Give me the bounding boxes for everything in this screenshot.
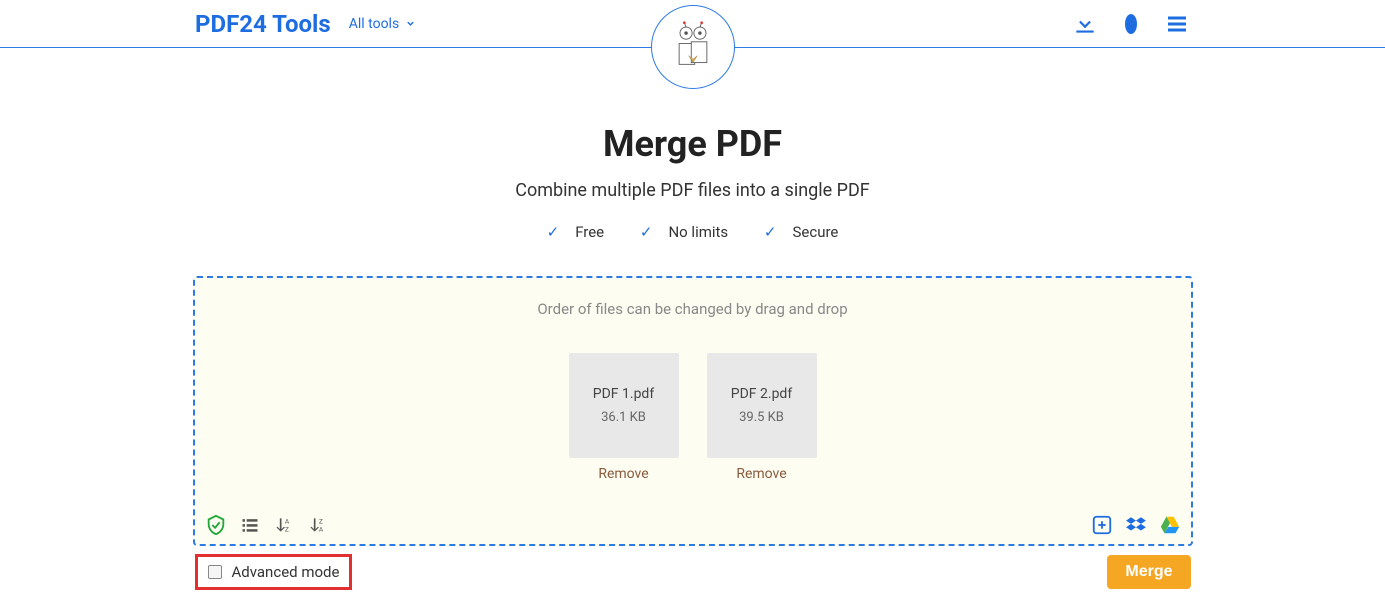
- features-row: ✓Free ✓No limits ✓Secure: [193, 223, 1193, 241]
- files-row: PDF 1.pdf 36.1 KB Remove PDF 2.pdf 39.5 …: [195, 353, 1191, 482]
- feature-no-limits: ✓No limits: [632, 223, 736, 241]
- hamburger-icon: [1165, 12, 1189, 36]
- brand-logo[interactable]: PDF24 Tools: [195, 10, 331, 38]
- download-icon: [1072, 11, 1098, 37]
- page-title: Merge PDF: [193, 123, 1193, 165]
- mascot-logo[interactable]: [651, 5, 735, 89]
- file-name: PDF 1.pdf: [593, 386, 654, 402]
- drop-toolbar: AZ ZA: [195, 514, 1191, 536]
- shield-check-icon: [205, 514, 227, 536]
- check-icon: ✓: [547, 223, 560, 241]
- dropbox-button[interactable]: [1125, 514, 1147, 536]
- list-view-button[interactable]: [239, 514, 261, 536]
- svg-text:Z: Z: [318, 517, 322, 525]
- header-left: PDF24 Tools All tools: [195, 10, 416, 38]
- security-button[interactable]: [205, 514, 227, 536]
- check-icon: ✓: [640, 223, 653, 241]
- dropbox-icon: [1125, 514, 1147, 536]
- check-icon: ✓: [764, 223, 777, 241]
- merge-button[interactable]: Merge: [1107, 555, 1190, 589]
- sort-az-icon: AZ: [274, 515, 294, 535]
- header-right: [1072, 11, 1190, 37]
- drop-hint: Order of files can be changed by drag an…: [195, 300, 1191, 318]
- file-card[interactable]: PDF 2.pdf 39.5 KB: [707, 353, 817, 458]
- google-drive-button[interactable]: [1159, 514, 1181, 536]
- add-file-button[interactable]: [1091, 514, 1113, 536]
- download-button[interactable]: [1072, 11, 1098, 37]
- add-file-icon: [1091, 514, 1113, 536]
- page-subtitle: Combine multiple PDF files into a single…: [193, 180, 1193, 201]
- chevron-down-icon: [405, 18, 416, 29]
- sort-asc-button[interactable]: AZ: [273, 514, 295, 536]
- sort-desc-button[interactable]: ZA: [307, 514, 329, 536]
- toolbar-left: AZ ZA: [205, 514, 329, 536]
- user-icon: [1123, 12, 1139, 36]
- advanced-mode-highlight: Advanced mode: [195, 554, 353, 590]
- mascot-icon: [667, 21, 719, 73]
- sort-za-icon: ZA: [308, 515, 328, 535]
- header: PDF24 Tools All tools: [0, 0, 1385, 48]
- file-item[interactable]: PDF 1.pdf 36.1 KB Remove: [569, 353, 679, 482]
- all-tools-label: All tools: [349, 16, 399, 32]
- feature-free: ✓Free: [539, 223, 613, 241]
- main-content: Merge PDF Combine multiple PDF files int…: [193, 123, 1193, 610]
- remove-file-link[interactable]: Remove: [598, 466, 648, 482]
- google-drive-icon: [1159, 514, 1181, 536]
- file-item[interactable]: PDF 2.pdf 39.5 KB Remove: [707, 353, 817, 482]
- svg-text:A: A: [284, 517, 289, 525]
- bottom-row: Advanced mode Merge: [193, 554, 1193, 590]
- advanced-mode-label: Advanced mode: [232, 563, 340, 581]
- toolbar-right: [1091, 514, 1181, 536]
- menu-button[interactable]: [1164, 11, 1190, 37]
- file-name: PDF 2.pdf: [731, 386, 792, 402]
- remove-file-link[interactable]: Remove: [736, 466, 786, 482]
- feature-secure: ✓Secure: [756, 223, 846, 241]
- file-size: 39.5 KB: [739, 410, 784, 425]
- list-icon: [240, 515, 260, 535]
- file-size: 36.1 KB: [601, 410, 646, 425]
- svg-text:A: A: [318, 526, 323, 534]
- all-tools-dropdown[interactable]: All tools: [349, 16, 416, 32]
- svg-text:Z: Z: [284, 526, 288, 534]
- file-card[interactable]: PDF 1.pdf 36.1 KB: [569, 353, 679, 458]
- user-button[interactable]: [1118, 11, 1144, 37]
- drop-area[interactable]: Order of files can be changed by drag an…: [193, 276, 1193, 546]
